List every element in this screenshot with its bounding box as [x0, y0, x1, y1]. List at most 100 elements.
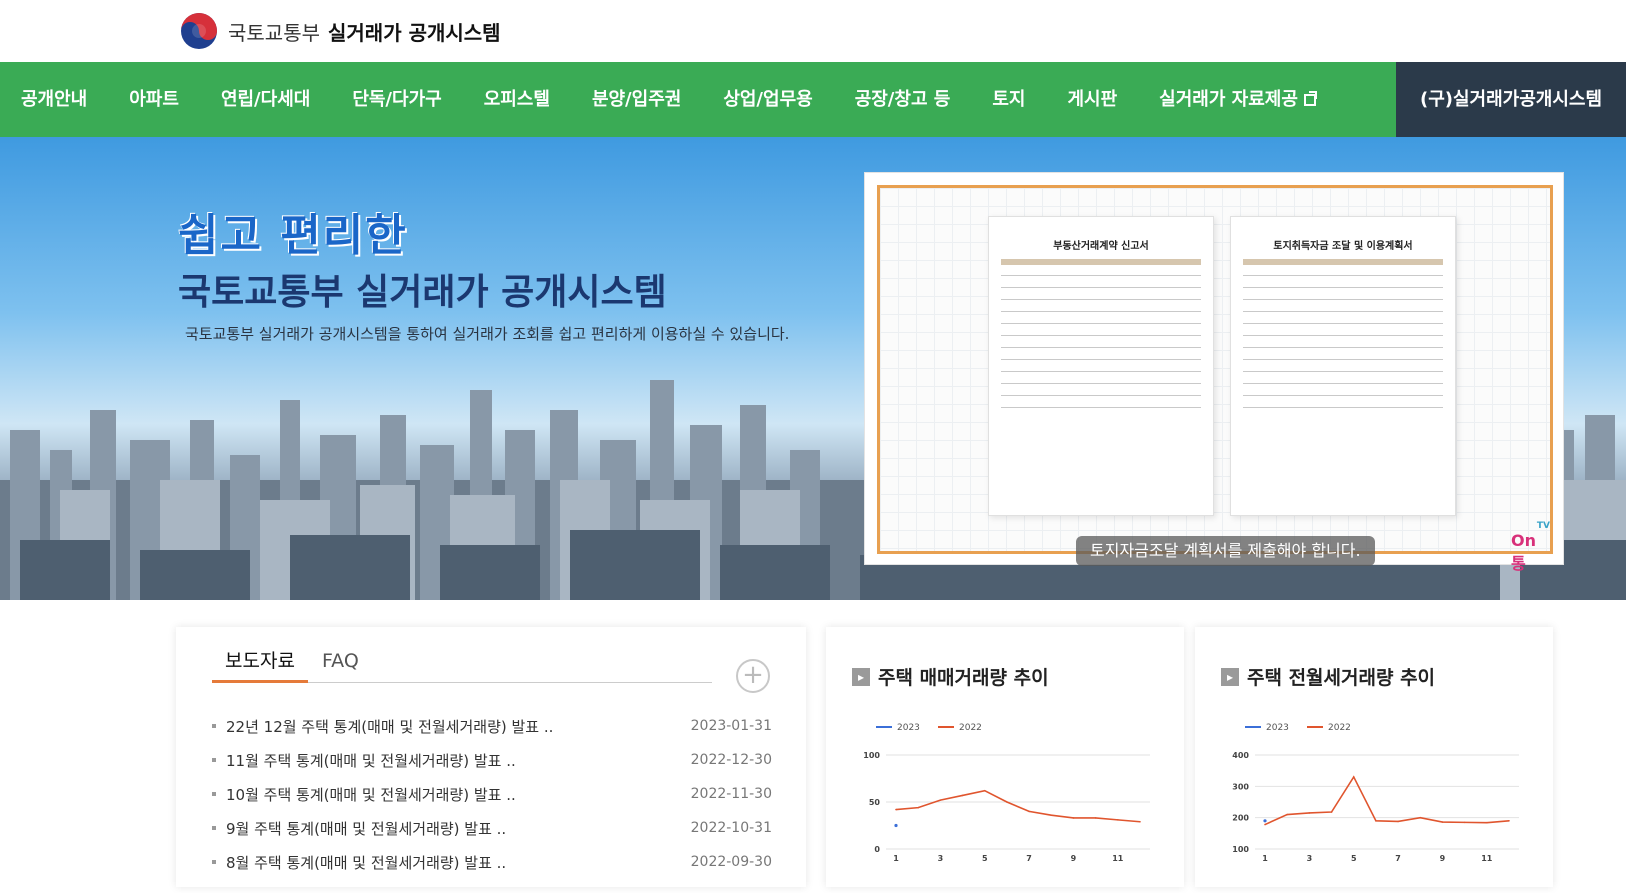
news-title[interactable]: 8월 주택 통계(매매 및 전월세거래량) 발표 ..: [212, 852, 506, 873]
x-tick-label: 1: [1262, 854, 1268, 863]
data-point-2022: [1050, 814, 1053, 816]
chart-title[interactable]: ▸ 주택 전월세거래량 추이: [1221, 663, 1435, 690]
hero-title: 국토교통부 실거래가 공개시스템: [178, 272, 667, 313]
x-tick-label: 9: [1440, 854, 1446, 863]
rent-volume-chart: 2023 2022 100 200 300 400 1 3 5 7 9 11: [1232, 723, 1519, 863]
list-item[interactable]: 10월 주택 통계(매매 및 전월세거래량) 발표 .. 2022-11-30: [212, 777, 772, 811]
nav-old-system[interactable]: (구)실거래가공개시스템: [1396, 62, 1626, 137]
chart-title[interactable]: ▸ 주택 매매거래량 추이: [852, 663, 1049, 690]
x-tick-label: 9: [1071, 854, 1077, 863]
news-date: 2022-11-30: [690, 786, 772, 802]
data-point-2022: [1139, 820, 1141, 823]
nav-item-land[interactable]: 토지: [971, 62, 1046, 137]
hero-headline: 쉽고 편리한: [178, 210, 408, 261]
news-date: 2022-09-30: [690, 854, 772, 870]
y-tick-label: 100: [863, 751, 880, 760]
data-point-2022: [1397, 820, 1399, 823]
badge-name: On통: [1511, 531, 1536, 573]
data-point-2022: [1441, 821, 1444, 823]
y-tick-label: 300: [1232, 782, 1249, 791]
data-point-2022: [1028, 810, 1030, 813]
hero-banner: 쉽고 편리한 국토교통부 실거래가 공개시스템 국토교통부 실거래가 공개시스템…: [0, 137, 1626, 600]
document-header-bar: [1001, 259, 1201, 265]
video-caption: 토지자금조달 계획서를 제출해야 합니다.: [1076, 536, 1375, 566]
news-title[interactable]: 10월 주택 통계(매매 및 전월세거래량) 발표 ..: [212, 784, 516, 805]
nav-item-factory[interactable]: 공장/창고 등: [834, 62, 972, 137]
list-item[interactable]: 11월 주택 통계(매매 및 전월세거래량) 발표 .. 2022-12-30: [212, 743, 772, 777]
y-tick-label: 0: [874, 845, 880, 854]
legend-label-2022: 2022: [1328, 723, 1351, 733]
news-title[interactable]: 22년 12월 주택 통계(매매 및 전월세거래량) 발표 ..: [212, 716, 553, 737]
news-date: 2022-12-30: [690, 752, 772, 768]
rent-volume-chart-panel: ▸ 주택 전월세거래량 추이 2023 2022 100 200 300 400 1 3 5 7 9…: [1195, 627, 1553, 887]
news-date: 2022-10-31: [690, 820, 772, 836]
ontong-tv-logo: TV On통: [1511, 521, 1550, 574]
series-line-2022: [895, 789, 1141, 823]
sales-volume-chart-panel: ▸ 주택 매매거래량 추이 2023 2022 0 50 100 1 3 5 7 9 11: [826, 627, 1184, 887]
video-frame: 부동산거래계약 신고서 토지취득자금 조달 및 이용계획서 토지자금조달 계획서…: [877, 185, 1553, 573]
chart-title-text: 주택 전월세거래량 추이: [1247, 667, 1436, 689]
tab-press-release[interactable]: 보도자료: [212, 639, 308, 683]
data-point-2022: [983, 789, 986, 792]
document-lines: [1243, 275, 1443, 419]
data-point-2022: [1463, 821, 1466, 824]
site-header: 국토교통부 실거래가 공개시스템: [0, 0, 1626, 62]
y-tick-label: 50: [869, 798, 881, 807]
nav-item-commercial[interactable]: 상업/업무용: [702, 62, 833, 137]
nav-item-apartment[interactable]: 아파트: [108, 62, 200, 137]
news-title[interactable]: 9월 주택 통계(매매 및 전월세거래량) 발표 ..: [212, 818, 506, 839]
data-point-2022: [1006, 801, 1008, 803]
data-point-2022: [961, 794, 964, 797]
y-tick-label: 100: [1232, 845, 1249, 854]
chevron-right-icon: ▸: [1221, 667, 1239, 686]
data-point-2022: [1352, 776, 1355, 778]
news-title[interactable]: 11월 주택 통계(매매 및 전월세거래량) 발표 ..: [212, 750, 516, 771]
list-item[interactable]: 8월 주택 통계(매매 및 전월세거래량) 발표 .. 2022-09-30: [212, 845, 772, 879]
nav-item-guide[interactable]: 공개안내: [0, 62, 108, 137]
list-item[interactable]: 9월 주택 통계(매매 및 전월세거래량) 발표 .. 2022-10-31: [212, 811, 772, 845]
data-point-2022: [1264, 823, 1266, 826]
news-date: 2023-01-31: [690, 718, 772, 734]
x-tick-label: 7: [1395, 854, 1401, 863]
data-point-2022: [1286, 813, 1288, 816]
x-tick-label: 1: [893, 854, 899, 863]
external-link-icon: [1303, 91, 1317, 106]
legend-label-2023: 2023: [1266, 723, 1289, 733]
x-tick-label: 11: [1112, 854, 1124, 863]
document-title: 토지취득자금 조달 및 이용계획서: [1273, 241, 1413, 252]
data-point-2022: [1072, 817, 1075, 819]
site-logo[interactable]: 국토교통부 실거래가 공개시스템: [180, 6, 501, 56]
x-tick-label: 7: [1026, 854, 1032, 863]
news-list: 22년 12월 주택 통계(매매 및 전월세거래량) 발표 .. 2023-01…: [212, 709, 772, 879]
document-funding-plan: 토지취득자금 조달 및 이용계획서: [1230, 216, 1456, 516]
hero-subtitle: 국토교통부 실거래가 공개시스템을 통하여 실거래가 조회를 쉽고 편리하게 이…: [185, 325, 790, 343]
chart-title-text: 주택 매매거래량 추이: [878, 667, 1049, 689]
nav-item-data-service-label: 실거래가 자료제공: [1159, 89, 1298, 110]
nav-item-board[interactable]: 게시판: [1046, 62, 1138, 137]
data-point-2023: [1263, 819, 1267, 823]
nav-item-detached[interactable]: 단독/다가구: [331, 62, 462, 137]
document-header-bar: [1243, 259, 1443, 265]
chevron-right-icon: ▸: [852, 667, 870, 686]
nav-item-presale[interactable]: 분양/입주권: [571, 62, 702, 137]
data-point-2022: [939, 799, 942, 801]
data-point-2022: [917, 806, 919, 809]
nav-item-data-service[interactable]: 실거래가 자료제공: [1138, 62, 1337, 137]
data-point-2022: [1508, 820, 1510, 822]
badge-tv: TV: [1536, 521, 1550, 531]
data-point-2022: [1094, 817, 1097, 819]
list-item[interactable]: 22년 12월 주택 통계(매매 및 전월세거래량) 발표 .. 2023-01…: [212, 709, 772, 743]
nav-item-officetel[interactable]: 오피스텔: [463, 62, 571, 137]
data-point-2022: [1486, 821, 1488, 824]
tab-faq[interactable]: FAQ: [322, 639, 359, 683]
promo-video[interactable]: 부동산거래계약 신고서 토지취득자금 조달 및 이용계획서 토지자금조달 계획서…: [864, 172, 1564, 573]
document-title: 부동산거래계약 신고서: [1053, 241, 1149, 252]
more-plus-icon[interactable]: +: [736, 659, 770, 693]
document-lines: [1001, 275, 1201, 419]
news-tabs: 보도자료 FAQ: [212, 639, 712, 683]
data-point-2022: [1308, 812, 1311, 814]
news-panel: 보도자료 FAQ + 22년 12월 주택 통계(매매 및 전월세거래량) 발표…: [176, 627, 806, 887]
nav-item-rowhouse[interactable]: 연립/다세대: [200, 62, 331, 137]
logo-system-name: 실거래가 공개시스템: [328, 20, 501, 45]
x-tick-label: 11: [1481, 854, 1493, 863]
